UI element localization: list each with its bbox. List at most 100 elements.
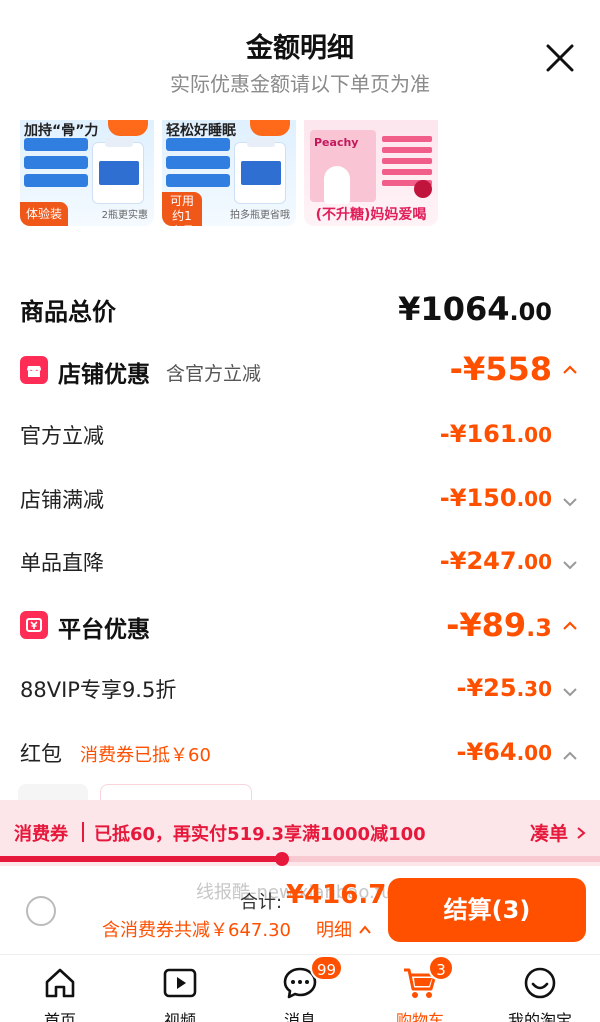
discount-item-row[interactable]: 单品直降 -¥247.00 xyxy=(0,545,600,585)
profile-icon xyxy=(524,967,556,999)
coupon-icon xyxy=(20,611,48,639)
currency-symbol: ¥ xyxy=(398,290,421,328)
amount-integer: -¥64 xyxy=(456,738,517,766)
tab-label: 视频 xyxy=(163,1011,196,1022)
platform-discount-title: 平台优惠 xyxy=(58,617,150,643)
thumbnail-footnote: 拍多瓶更省哦 xyxy=(230,210,290,221)
chevron-up-icon xyxy=(358,925,371,934)
amount-integer: -¥161 xyxy=(439,420,517,448)
product-thumbnail[interactable]: 加持“骨”力 体验装 2瓶更实惠 xyxy=(20,120,154,226)
total-price-row: 商品总价 ¥1064.00 xyxy=(0,290,600,330)
video-icon xyxy=(163,968,197,998)
tab-messages[interactable]: 消息 99 xyxy=(260,955,344,1022)
platform-discount-amount: -¥89.3 xyxy=(446,606,552,644)
amount-decimal: .00 xyxy=(516,423,552,447)
close-icon[interactable] xyxy=(544,42,576,74)
store-discount-subtitle: 含官方立减 xyxy=(166,363,262,385)
checkout-button[interactable]: 结算(3) xyxy=(388,878,586,942)
thumbnail-decoration xyxy=(250,120,290,136)
product-box-image: Peachy xyxy=(310,130,376,204)
discount-item-amount: -¥150.00 xyxy=(440,484,552,512)
add-items-label: 凑单 xyxy=(530,823,569,845)
divider xyxy=(82,822,84,842)
discount-item-label: 店铺满减 xyxy=(20,488,104,512)
coupon-deducted-tag: 消费券已抵￥60 xyxy=(80,745,211,766)
thumbnail-caption: (不升糖)妈妈爱喝 xyxy=(315,207,427,223)
tab-cart[interactable]: 购物车 3 xyxy=(380,955,460,1022)
feature-bullets xyxy=(166,138,230,192)
amount-integer: -¥89 xyxy=(446,606,527,644)
tab-label: 购物车 xyxy=(395,1011,444,1022)
discount-item-row: 官方立减 -¥161.00 xyxy=(0,418,600,458)
store-discount-header[interactable]: 店铺优惠 含官方立减 -¥558 xyxy=(0,350,600,390)
total-price-decimal: .00 xyxy=(509,298,552,326)
tab-home[interactable]: 首页 xyxy=(20,961,100,1022)
chevron-right-icon xyxy=(577,827,586,839)
discount-item-label: 88VIP专享9.5折 xyxy=(20,678,177,702)
modal-subtitle: 实际优惠金额请以下单页为准 xyxy=(170,72,430,96)
chevron-up-icon[interactable] xyxy=(562,748,578,764)
unread-badge: 99 xyxy=(310,955,344,981)
amount-decimal: .3 xyxy=(526,614,552,642)
tab-label: 消息 xyxy=(283,1011,316,1022)
chevron-up-icon[interactable] xyxy=(562,362,578,378)
discount-item-row[interactable]: 红包 消费券已抵￥60 -¥64.00 xyxy=(0,736,600,776)
store-discount-amount: -¥558 xyxy=(450,350,552,388)
home-icon xyxy=(45,968,75,998)
cart-count-badge: 3 xyxy=(428,955,454,981)
discount-item-row[interactable]: 88VIP专享9.5折 -¥25.30 xyxy=(0,672,600,712)
amount-integer: -¥247 xyxy=(439,547,517,575)
total-amount: ¥416.70 xyxy=(286,880,405,910)
saved-amount-text: 含消费券共减￥647.30 xyxy=(102,920,291,941)
product-thumbnails: 加持“骨”力 体验装 2瓶更实惠 轻松好睡眠 可用约1个月 拍多瓶更省哦 Pea… xyxy=(20,120,600,228)
tab-profile[interactable]: 我的淘宝 xyxy=(500,961,580,1022)
product-brand: Peachy xyxy=(314,136,359,149)
amount-integer: -¥150 xyxy=(439,484,517,512)
total-price-value: ¥1064.00 xyxy=(398,290,552,328)
platform-discount-header[interactable]: 平台优惠 -¥89.3 xyxy=(0,606,600,646)
total-label: 合计: xyxy=(240,892,283,913)
cherry-image xyxy=(414,180,432,198)
modal-header: 金额明细 实际优惠金额请以下单页为准 xyxy=(0,0,600,110)
amount-decimal: .00 xyxy=(516,741,552,765)
total-price-integer: 1064 xyxy=(420,290,510,328)
amount-decimal: .00 xyxy=(516,550,552,574)
tab-label: 我的淘宝 xyxy=(507,1011,572,1022)
thumbnail-headline: 轻松好睡眠 xyxy=(166,123,236,139)
amount-integer: -¥558 xyxy=(449,350,552,388)
tab-label: 首页 xyxy=(43,1011,76,1022)
progress-track xyxy=(0,856,600,862)
feature-bullets xyxy=(24,138,88,192)
bottle-image xyxy=(234,137,286,204)
chevron-up-icon[interactable] xyxy=(562,618,578,634)
thumbnail-decoration xyxy=(108,120,148,136)
progress-knob xyxy=(275,852,289,866)
discount-item-amount: -¥161.00 xyxy=(440,420,552,448)
product-thumbnail[interactable]: 轻松好睡眠 可用约1个月 拍多瓶更省哦 xyxy=(162,120,296,226)
chevron-down-icon[interactable] xyxy=(562,494,578,510)
tab-video[interactable]: 视频 xyxy=(140,961,220,1022)
store-discount-title: 店铺优惠 xyxy=(58,362,150,388)
detail-toggle[interactable]: 明细 xyxy=(316,916,372,942)
discount-item-label: 官方立减 xyxy=(20,424,104,448)
amount-decimal: .00 xyxy=(516,487,552,511)
select-all-checkbox[interactable] xyxy=(26,896,56,926)
discount-item-row[interactable]: 店铺满减 -¥150.00 xyxy=(0,482,600,522)
checkout-bar: 线报酷-new.xianbao.fun 合计: ¥416.70 含消费券共减￥6… xyxy=(0,866,600,954)
discount-item-label: 红包 xyxy=(20,742,62,766)
chevron-down-icon[interactable] xyxy=(562,557,578,573)
progress-fill xyxy=(0,856,282,862)
add-items-link[interactable]: 凑单 xyxy=(530,819,587,846)
discount-item-amount: -¥25.30 xyxy=(457,674,553,702)
total-price-label: 商品总价 xyxy=(20,298,116,326)
amount-integer: -¥25 xyxy=(456,674,517,702)
thumbnail-badge: 体验装 xyxy=(20,202,69,226)
chevron-down-icon[interactable] xyxy=(562,684,578,700)
bottom-tab-bar: 首页 视频 消息 99 购物车 3 我的淘宝 xyxy=(0,954,600,1022)
bottle-image xyxy=(92,137,144,204)
coupon-progress-text: 已抵60，再实付519.3享满1000减100 xyxy=(94,824,426,845)
product-thumbnail[interactable]: Peachy (不升糖)妈妈爱喝 xyxy=(304,120,438,226)
discount-item-amount: -¥247.00 xyxy=(440,547,552,575)
detail-label: 明细 xyxy=(316,920,352,941)
coupon-label: 消费券 xyxy=(14,824,68,845)
